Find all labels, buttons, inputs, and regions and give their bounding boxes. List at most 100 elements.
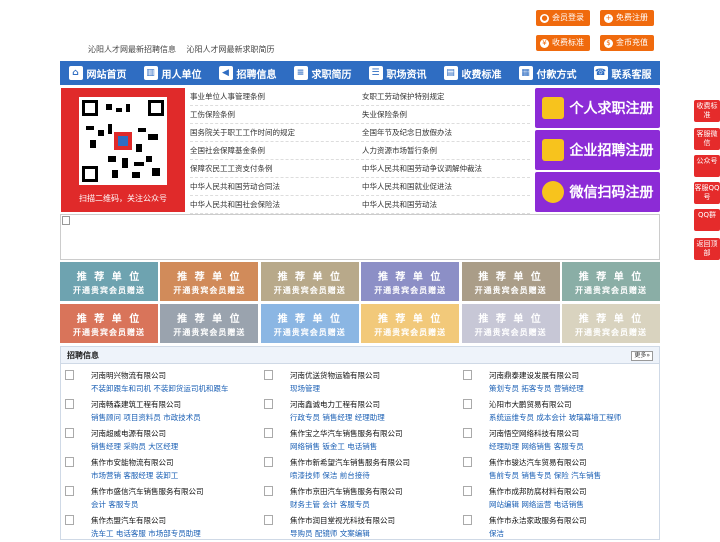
company-logo-icon[interactable] (65, 515, 74, 525)
register-button[interactable]: + 免费注册 (600, 10, 654, 26)
recommended-employer-tile[interactable]: 推 荐 单 位开通贵宾会员赠送 (160, 262, 259, 301)
law-link[interactable]: 事业单位人事管理条例 (190, 88, 358, 105)
law-link[interactable]: 中华人民共和国劳动争议调解仲裁法 (358, 160, 530, 177)
company-name[interactable]: 焦作市安能物流有限公司 (91, 457, 174, 468)
side-pricing-button[interactable]: 收费标准 (694, 100, 720, 122)
company-name[interactable]: 河南畅森建筑工程有限公司 (91, 399, 181, 410)
employer-register-button[interactable]: 企业招聘注册 (535, 130, 660, 170)
law-link[interactable]: 国务院关于职工工作时间的规定 (190, 124, 358, 141)
recommended-employer-tile[interactable]: 推 荐 单 位开通贵宾会员赠送 (361, 304, 460, 343)
company-name[interactable]: 焦作市永洁家政服务有限公司 (489, 515, 587, 526)
nav-payment[interactable]: ▦ 付款方式 (510, 61, 585, 85)
job-positions[interactable]: 保洁 (489, 528, 504, 539)
company-logo-icon[interactable] (65, 428, 74, 438)
recommended-employer-tile[interactable]: 推 荐 单 位开通贵宾会员赠送 (160, 304, 259, 343)
company-name[interactable]: 河南鼎泰建设发展有限公司 (489, 370, 579, 381)
company-name[interactable]: 焦作市骏达汽车贸易有限公司 (489, 457, 587, 468)
job-positions[interactable]: 系统运维专员 成本会计 玻璃幕墙工程师 (489, 412, 621, 423)
law-link[interactable]: 全国社会保障基金条例 (190, 142, 358, 159)
job-positions[interactable]: 策划专员 拓客专员 营销经理 (489, 383, 584, 394)
job-seeker-register-button[interactable]: 个人求职注册 (535, 88, 660, 128)
job-positions[interactable]: 现场管理 (290, 383, 320, 394)
company-name[interactable]: 焦作宝之华汽车销售服务有限公司 (290, 428, 403, 439)
recommended-employer-tile[interactable]: 推 荐 单 位开通贵宾会员赠送 (562, 304, 660, 343)
recommended-employer-tile[interactable]: 推 荐 单 位开通贵宾会员赠送 (562, 262, 660, 301)
nav-home[interactable]: ⌂ 网站首页 (60, 61, 135, 85)
nav-employers[interactable]: ▥ 用人单位 (135, 61, 210, 85)
job-positions[interactable]: 经理助理 网络销售 客服专员 (489, 441, 584, 452)
company-logo-icon[interactable] (65, 486, 74, 496)
job-positions[interactable]: 会计 客服专员 (91, 499, 138, 510)
company-logo-icon[interactable] (463, 370, 472, 380)
company-logo-icon[interactable] (264, 428, 273, 438)
job-positions[interactable]: 销售顾问 项目资料员 市政技术员 (91, 412, 201, 423)
job-positions[interactable]: 售前专员 销售专员 保险 汽车销售 (489, 470, 601, 481)
recommended-employer-tile[interactable]: 推 荐 单 位开通贵宾会员赠送 (361, 262, 460, 301)
company-logo-icon[interactable] (463, 428, 472, 438)
recharge-button[interactable]: $ 金币充值 (600, 35, 654, 51)
company-logo-icon[interactable] (264, 370, 273, 380)
law-link[interactable]: 中华人民共和国劳动合同法 (190, 178, 358, 195)
recommended-employer-tile[interactable]: 推 荐 单 位开通贵宾会员赠送 (60, 304, 158, 343)
side-back-to-top-button[interactable]: 返回顶部 (694, 238, 720, 260)
job-positions[interactable]: 喷漆技师 保洁 前台接待 (290, 470, 370, 481)
company-name[interactable]: 焦作市润目堂视光科技有限公司 (290, 515, 395, 526)
law-link[interactable]: 失业保险条例 (358, 106, 530, 123)
company-name[interactable]: 河南超威电源有限公司 (91, 428, 166, 439)
job-positions[interactable]: 不装卸跟车和司机 不装卸货运司机和跟车 (91, 383, 228, 394)
nav-jobs[interactable]: ◀ 招聘信息 (210, 61, 285, 85)
nav-pricing[interactable]: ▤ 收费标准 (435, 61, 510, 85)
company-name[interactable]: 河南悟空网络科技有限公司 (489, 428, 579, 439)
nav-news[interactable]: ☰ 职场资讯 (360, 61, 435, 85)
company-name[interactable]: 焦作市新希望汽车销售服务有限公司 (290, 457, 410, 468)
recommended-employer-tile[interactable]: 推 荐 单 位开通贵宾会员赠送 (461, 262, 560, 301)
more-link[interactable]: 更多» (631, 351, 653, 361)
recommended-employer-tile[interactable]: 推 荐 单 位开通贵宾会员赠送 (60, 262, 158, 301)
latest-resumes-link[interactable]: 沁阳人才网最新求职简历 (187, 45, 275, 54)
job-positions[interactable]: 财务主管 会计 客服专员 (290, 499, 370, 510)
law-link[interactable]: 工伤保险条例 (190, 106, 358, 123)
company-logo-icon[interactable] (264, 515, 273, 525)
ad-banner[interactable] (60, 214, 660, 260)
law-link[interactable]: 保障农民工工资支付条例 (190, 160, 358, 177)
recommended-employer-tile[interactable]: 推 荐 单 位开通贵宾会员赠送 (461, 304, 560, 343)
nav-contact[interactable]: ☎ 联系客服 (585, 61, 660, 85)
company-logo-icon[interactable] (264, 399, 273, 409)
job-positions[interactable]: 导购员 配镜师 文案编辑 (290, 528, 370, 539)
law-link[interactable]: 全国年节及纪念日放假办法 (358, 124, 530, 141)
wechat-register-button[interactable]: 微信扫码注册 (535, 172, 660, 212)
job-positions[interactable]: 市场营销 客服经理 装卸工 (91, 470, 178, 481)
company-name[interactable]: 沁阳市大鹏贸易有限公司 (489, 399, 572, 410)
side-qq-button[interactable]: 客服QQ号 (694, 182, 720, 204)
company-name[interactable]: 焦作市京田汽车销售服务有限公司 (290, 486, 403, 497)
company-name[interactable]: 河南鑫诚电力工程有限公司 (290, 399, 380, 410)
law-link[interactable]: 中华人民共和国劳动法 (358, 196, 530, 213)
job-positions[interactable]: 洗车工 电话客服 市场部专员助理 (91, 528, 201, 539)
job-positions[interactable]: 网络销售 钣金工 电话销售 (290, 441, 377, 452)
company-name[interactable]: 河南明兴物流有限公司 (91, 370, 166, 381)
job-positions[interactable]: 网站编辑 网络运营 电话销售 (489, 499, 584, 510)
company-logo-icon[interactable] (65, 399, 74, 409)
recommended-employer-tile[interactable]: 推 荐 单 位开通贵宾会员赠送 (260, 304, 359, 343)
job-positions[interactable]: 销售经理 采购员 大区经理 (91, 441, 178, 452)
company-logo-icon[interactable] (463, 457, 472, 467)
pricing-button[interactable]: ¥ 收费标准 (536, 35, 590, 51)
company-name[interactable]: 河南优送货物运输有限公司 (290, 370, 380, 381)
law-link[interactable]: 中华人民共和国就业促进法 (358, 178, 530, 195)
company-logo-icon[interactable] (463, 486, 472, 496)
law-link[interactable]: 人力资源市场暂行条例 (358, 142, 530, 159)
company-logo-icon[interactable] (463, 399, 472, 409)
side-official-account-button[interactable]: 公众号 (694, 155, 720, 177)
side-qq-group-button[interactable]: QQ群 (694, 209, 720, 231)
login-button[interactable]: ● 会员登录 (536, 10, 590, 26)
company-logo-icon[interactable] (264, 457, 273, 467)
nav-resumes[interactable]: ≡ 求职简历 (285, 61, 360, 85)
law-link[interactable]: 中华人民共和国社会保险法 (190, 196, 358, 213)
company-logo-icon[interactable] (65, 457, 74, 467)
side-wechat-button[interactable]: 客服微信 (694, 128, 720, 150)
company-logo-icon[interactable] (65, 370, 74, 380)
company-name[interactable]: 焦作市成邦防腐材料有限公司 (489, 486, 587, 497)
latest-jobs-link[interactable]: 沁阳人才网最新招聘信息 (88, 45, 176, 54)
company-logo-icon[interactable] (264, 486, 273, 496)
company-name[interactable]: 焦作杰盟汽车有限公司 (91, 515, 166, 526)
